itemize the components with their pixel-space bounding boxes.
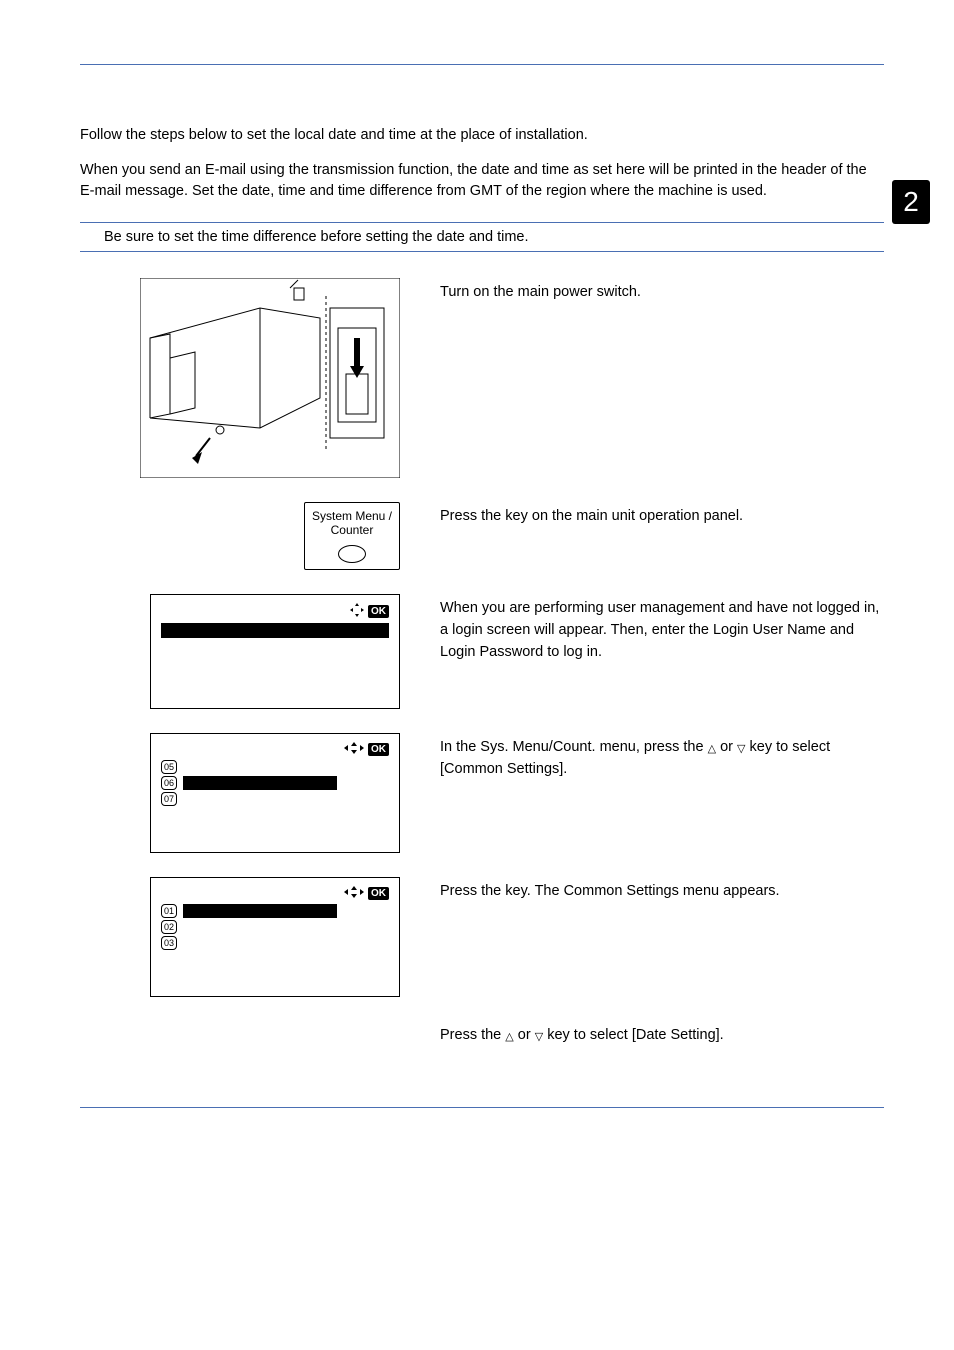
ok-icon: OK [368, 605, 389, 618]
step-2-text: Press the key on the main unit operation… [440, 502, 884, 528]
up-triangle-icon: △ [708, 743, 716, 755]
step-6: Press the △ or ▽ key to select [Date Set… [80, 1021, 884, 1047]
step-4-text: In the Sys. Menu/Count. menu, press the … [440, 733, 884, 781]
step-1-text: Turn on the main power switch. [440, 278, 884, 304]
menu-item-selected[interactable]: 06 [161, 776, 389, 790]
ok-icon: OK [368, 743, 389, 756]
nav-arrows-icon [344, 886, 364, 901]
login-input-field[interactable] [161, 623, 389, 638]
button-label-line1: System Menu / [305, 509, 399, 523]
up-triangle-icon: △ [505, 1031, 513, 1043]
intro-paragraph-1: Follow the steps below to set the local … [80, 125, 884, 146]
menu-item-selected[interactable]: 01 [161, 904, 389, 918]
menu-item[interactable]: 05 [161, 760, 389, 774]
intro-paragraph-2: When you send an E-mail using the transm… [80, 160, 884, 202]
system-menu-counter-button[interactable]: System Menu / Counter [304, 502, 400, 570]
step-3: OK When you are performing user manageme… [80, 594, 884, 709]
menu-item[interactable]: 07 [161, 792, 389, 806]
menu-item[interactable]: 03 [161, 936, 389, 950]
step-2: System Menu / Counter Press the key on t… [80, 502, 884, 570]
step-5-text: Press the key. The Common Settings menu … [440, 877, 884, 903]
top-rule [80, 64, 884, 65]
step-1: Turn on the main power switch. [80, 278, 884, 478]
printer-illustration [140, 278, 400, 478]
chapter-tab: 2 [892, 180, 930, 224]
step-6-text: Press the △ or ▽ key to select [Date Set… [440, 1021, 884, 1047]
step-5: OK 01 02 03 Press the key. The Common Se… [80, 877, 884, 997]
ok-icon: OK [368, 887, 389, 900]
note-text: Be sure to set the time difference befor… [80, 223, 884, 251]
button-oval-icon [338, 545, 366, 563]
button-label-line2: Counter [305, 523, 399, 537]
menu-item[interactable]: 02 [161, 920, 389, 934]
bottom-rule [80, 1107, 884, 1108]
step-4: OK 05 06 07 In the Sys. Menu/Count. menu… [80, 733, 884, 853]
down-triangle-icon: ▽ [535, 1031, 543, 1043]
sys-menu-screen: OK 05 06 07 [150, 733, 400, 853]
step-3-text: When you are performing user management … [440, 594, 884, 663]
nav-dpad-icon [350, 603, 364, 620]
note-block: Be sure to set the time difference befor… [80, 222, 884, 252]
common-settings-screen: OK 01 02 03 [150, 877, 400, 997]
login-screen: OK [150, 594, 400, 709]
nav-arrows-icon [344, 742, 364, 757]
